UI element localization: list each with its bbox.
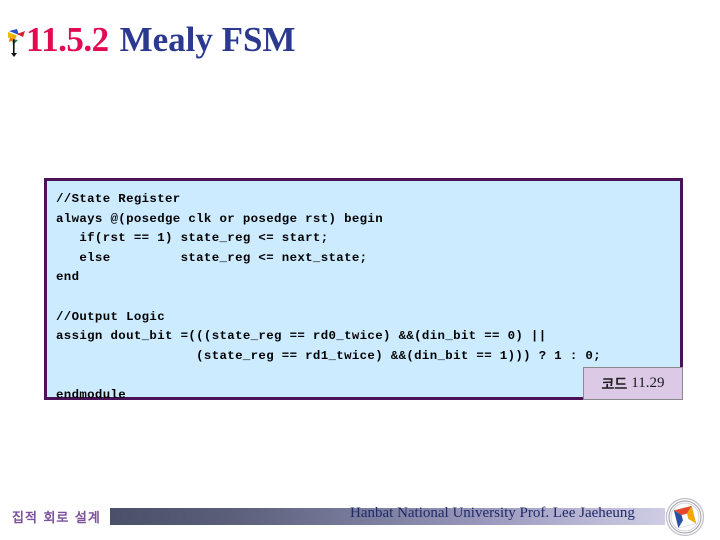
code-caption-label: 코드 [601, 376, 628, 393]
code-caption-badge: 코드 11.29 [583, 367, 683, 400]
pinwheel-bullet-icon [6, 20, 28, 60]
footer-course-title: 집적 회로 설계 [12, 511, 101, 526]
code-caption-number: 11.29 [631, 375, 665, 391]
page-title-number: 11.5.2 [26, 20, 109, 59]
code-listing: //State Register always @(posedge clk or… [56, 192, 601, 402]
page-title-text: Mealy FSM [119, 20, 296, 59]
footer-university-text: Hanbat National University Prof. Lee Jae… [350, 505, 635, 521]
page-title: 11.5.2 Mealy FSM [6, 14, 296, 66]
hanbat-university-seal-icon [663, 497, 707, 537]
